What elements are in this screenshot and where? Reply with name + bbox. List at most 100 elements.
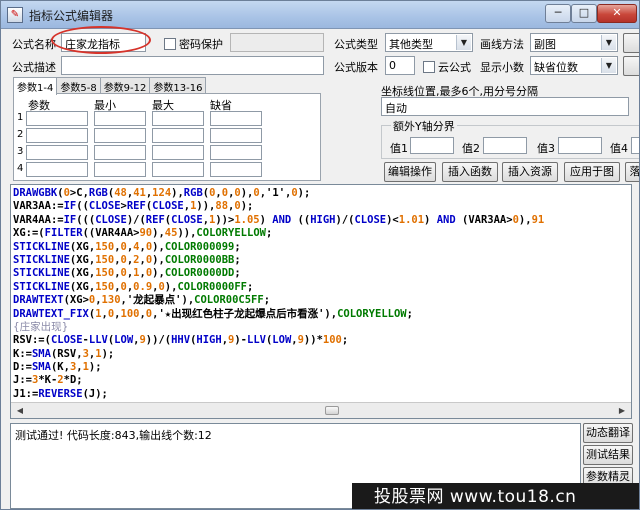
watermark-banner: 投股票网 www.tou18.cn — [352, 483, 639, 509]
draw-method-value: 副图 — [534, 38, 556, 51]
code-line[interactable]: D:=SMA(K,3,1); — [13, 361, 625, 374]
axis-value-4-label: 值4 — [610, 142, 628, 155]
scroll-right-icon[interactable]: ▶ — [614, 404, 630, 417]
chevron-down-icon[interactable]: ▼ — [601, 35, 616, 50]
param-2-max-input[interactable] — [152, 128, 204, 143]
code-line[interactable]: J1:=REVERSE(J); — [13, 388, 625, 401]
code-line[interactable]: DRAWTEXT(XG>0,130,'龙起暴点'),COLOR00C5FF; — [13, 294, 625, 307]
param-4-default-input[interactable] — [210, 162, 262, 177]
extra-y-axis-title: 额外Y轴分界 — [391, 118, 457, 134]
code-text-area[interactable]: DRAWGBK(0>C,RGB(48,41,124),RGB(0,0,0),0,… — [13, 187, 625, 401]
param-row-number: 4 — [17, 163, 24, 174]
param-row-number: 2 — [17, 129, 24, 140]
minimize-button[interactable]: ─ — [545, 4, 571, 23]
param-table: 参数 最小 最大 缺省 1 2 3 4 — [13, 93, 321, 181]
chevron-down-icon[interactable]: ▼ — [601, 58, 616, 73]
axis-position-input[interactable]: 自动 — [381, 97, 629, 116]
edit-operation-button[interactable]: 编辑操作 — [384, 162, 436, 182]
param-1-min-input[interactable] — [94, 111, 146, 126]
apply-to-chart-button[interactable]: 应用于图 — [564, 162, 620, 182]
code-line[interactable]: J:=3*K-2*D; — [13, 374, 625, 387]
dynamic-translate-button[interactable]: 动态翻译 — [583, 423, 633, 443]
decimals-select[interactable]: 缺省位数 ▼ — [530, 56, 618, 75]
test-result-button[interactable]: 测试结果 — [583, 445, 633, 465]
code-line[interactable]: RSV:=(CLOSE-LLV(LOW,9))/(HHV(HIGH,9)-LLV… — [13, 334, 625, 347]
decimals-value: 缺省位数 — [534, 61, 578, 74]
draw-method-label: 画线方法 — [480, 38, 524, 51]
param-tabs: 参数1-4 参数5-8 参数9-12 参数13-16 — [13, 77, 207, 95]
tab-params-13-16[interactable]: 参数13-16 — [149, 77, 207, 94]
insert-function-button[interactable]: 插入函数 — [442, 162, 498, 182]
code-line[interactable]: STICKLINE(XG,150,0,0.9,0),COLOR0000FF; — [13, 281, 625, 294]
formula-desc-input[interactable] — [61, 56, 324, 75]
horizontal-scrollbar[interactable]: ◀ ▶ — [11, 402, 631, 418]
more-button[interactable]: 落 — [625, 162, 639, 182]
axis-value-2-label: 值2 — [462, 142, 480, 155]
axis-value-1-input[interactable] — [410, 137, 454, 154]
axis-value-3-input[interactable] — [558, 137, 602, 154]
axis-value-4-input[interactable] — [631, 137, 639, 154]
decimals-label: 显示小数 — [480, 61, 524, 74]
code-line[interactable]: VAR3AA:=IF((CLOSE>REF(CLOSE,1)),88,0); — [13, 200, 625, 213]
axis-value-2-input[interactable] — [483, 137, 527, 154]
draw-method-select[interactable]: 副图 ▼ — [530, 33, 618, 52]
code-line[interactable]: K:=SMA(RSV,3,1); — [13, 348, 625, 361]
code-line[interactable]: XG:=(FILTER((VAR4AA>90),45)),COLORYELLOW… — [13, 227, 625, 240]
side-button-right-1[interactable] — [623, 33, 639, 53]
code-line[interactable]: DRAWGBK(0>C,RGB(48,41,124),RGB(0,0,0),0,… — [13, 187, 625, 200]
maximize-button[interactable]: □ — [571, 4, 597, 23]
param-3-max-input[interactable] — [152, 145, 204, 160]
param-4-name-input[interactable] — [26, 162, 88, 177]
formula-name-label: 公式名称 — [12, 38, 56, 51]
formula-version-label: 公式版本 — [334, 61, 378, 74]
param-3-min-input[interactable] — [94, 145, 146, 160]
param-2-min-input[interactable] — [94, 128, 146, 143]
param-1-max-input[interactable] — [152, 111, 204, 126]
param-3-name-input[interactable] — [26, 145, 88, 160]
password-checkbox[interactable]: 密码保护 — [164, 36, 223, 52]
code-line[interactable]: STICKLINE(XG,150,0,2,0),COLOR0000BB; — [13, 254, 625, 267]
cloud-formula-checkbox[interactable]: 云公式 — [423, 59, 471, 75]
cloud-checkbox-box[interactable] — [423, 61, 435, 73]
password-input[interactable] — [230, 33, 324, 52]
tab-params-5-8[interactable]: 参数5-8 — [56, 77, 101, 94]
code-line[interactable]: {庄家出现} — [13, 321, 625, 334]
password-checkbox-box[interactable] — [164, 38, 176, 50]
axis-value-3-label: 值3 — [537, 142, 555, 155]
param-row-number: 1 — [17, 112, 24, 123]
insert-resource-button[interactable]: 插入资源 — [502, 162, 558, 182]
formula-type-select[interactable]: 其他类型 ▼ — [385, 33, 473, 52]
cloud-formula-label: 云公式 — [438, 61, 471, 74]
formula-type-label: 公式类型 — [334, 38, 378, 51]
password-label: 密码保护 — [179, 38, 223, 51]
test-status-message: 测试通过! 代码长度:843,输出线个数:12 — [15, 429, 212, 442]
close-button[interactable]: ✕ — [597, 4, 637, 23]
window-title: 指标公式编辑器 — [29, 9, 114, 23]
highlight-annotation — [51, 26, 151, 54]
code-line[interactable]: VAR4AA:=IF(((CLOSE)/(REF(CLOSE,1))>1.05)… — [13, 214, 625, 227]
code-editor[interactable]: DRAWGBK(0>C,RGB(48,41,124),RGB(0,0,0),0,… — [10, 184, 632, 419]
side-button-right-2[interactable] — [623, 56, 639, 76]
tab-params-9-12[interactable]: 参数9-12 — [99, 77, 151, 94]
code-line[interactable]: STICKLINE(XG,150,0,4,0),COLOR000099; — [13, 241, 625, 254]
axis-value-1-label: 值1 — [390, 142, 408, 155]
app-icon: ✎ — [7, 7, 23, 23]
param-1-name-input[interactable] — [26, 111, 88, 126]
param-2-default-input[interactable] — [210, 128, 262, 143]
title-bar[interactable]: ✎ 指标公式编辑器 ─ □ ✕ — [1, 1, 639, 29]
param-1-default-input[interactable] — [210, 111, 262, 126]
scroll-thumb[interactable] — [325, 406, 339, 415]
param-4-max-input[interactable] — [152, 162, 204, 177]
formula-type-value: 其他类型 — [389, 38, 433, 51]
param-row-number: 3 — [17, 146, 24, 157]
param-3-default-input[interactable] — [210, 145, 262, 160]
scroll-left-icon[interactable]: ◀ — [12, 404, 28, 417]
formula-editor-window: ✎ 指标公式编辑器 ─ □ ✕ 公式名称 庄家龙指标 密码保护 公式类型 其他类… — [0, 0, 640, 510]
tab-params-1-4[interactable]: 参数1-4 — [13, 77, 58, 95]
formula-version-input[interactable]: 0 — [385, 56, 415, 75]
param-4-min-input[interactable] — [94, 162, 146, 177]
code-line[interactable]: STICKLINE(XG,150,0,1,0),COLOR0000DD; — [13, 267, 625, 280]
code-line[interactable]: DRAWTEXT_FIX(1,0,100,0,'★出现红色柱子龙起爆点后市看涨'… — [13, 308, 625, 321]
param-2-name-input[interactable] — [26, 128, 88, 143]
chevron-down-icon[interactable]: ▼ — [456, 35, 471, 50]
